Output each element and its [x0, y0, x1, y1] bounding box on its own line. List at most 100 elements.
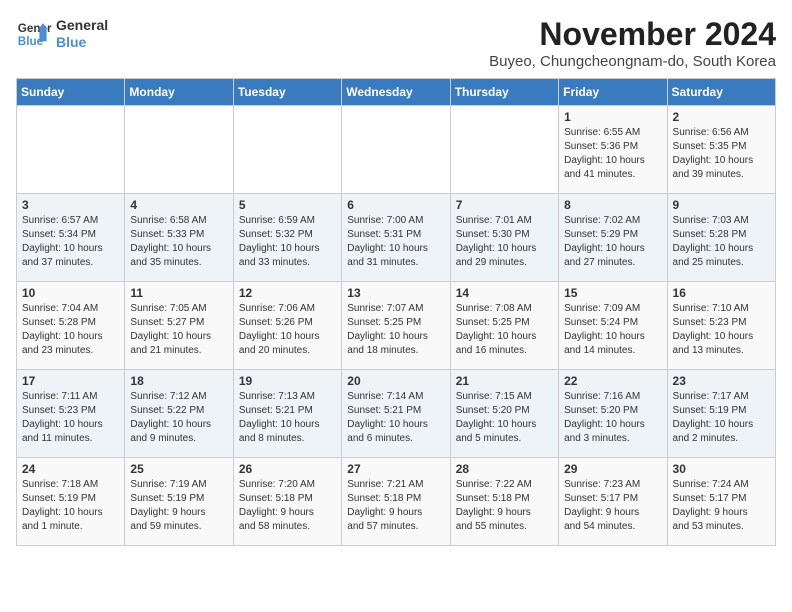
day-number: 18 — [130, 374, 227, 388]
day-cell: 27 Sunrise: 7:21 AM Sunset: 5:18 PM Dayli… — [342, 458, 450, 546]
logo-icon: General Blue — [16, 16, 52, 52]
day-number: 24 — [22, 462, 119, 476]
day-info: Sunrise: 7:06 AM Sunset: 5:26 PM Dayligh… — [239, 302, 336, 358]
day-cell: 12Sunrise: 7:06 AM Sunset: 5:26 PM Dayli… — [233, 282, 341, 370]
day-info: Sunrise: 7:20 AM Sunset: 5:18 PM Dayligh… — [239, 478, 336, 534]
day-info: Sunrise: 7:23 AM Sunset: 5:17 PM Dayligh… — [564, 478, 661, 534]
logo: General Blue General Blue — [16, 16, 108, 52]
day-cell: 6Sunrise: 7:00 AM Sunset: 5:31 PM Daylig… — [342, 194, 450, 282]
day-cell: 9 Sunrise: 7:03 AM Sunset: 5:28 PM Daylig… — [667, 194, 775, 282]
day-info: Sunrise: 7:15 AM Sunset: 5:20 PM Dayligh… — [456, 390, 553, 446]
day-cell: 22 Sunrise: 7:16 AM Sunset: 5:20 PM Dayli… — [559, 370, 667, 458]
day-info: Sunrise: 7:04 AM Sunset: 5:28 PM Dayligh… — [22, 302, 119, 358]
day-cell: 1 Sunrise: 6:55 AM Sunset: 5:36 PM Daylig… — [559, 106, 667, 194]
day-cell — [233, 106, 341, 194]
day-cell: 19 Sunrise: 7:13 AM Sunset: 5:21 PM Dayli… — [233, 370, 341, 458]
day-cell: 17 Sunrise: 7:11 AM Sunset: 5:23 PM Dayli… — [17, 370, 125, 458]
day-cell — [125, 106, 233, 194]
day-number: 22 — [564, 374, 661, 388]
day-info: Sunrise: 7:11 AM Sunset: 5:23 PM Dayligh… — [22, 390, 119, 446]
day-info: Sunrise: 6:58 AM Sunset: 5:33 PM Dayligh… — [130, 214, 227, 270]
day-info: Sunrise: 7:24 AM Sunset: 5:17 PM Dayligh… — [673, 478, 770, 534]
day-cell: 10 Sunrise: 7:04 AM Sunset: 5:28 PM Dayli… — [17, 282, 125, 370]
day-info: Sunrise: 7:18 AM Sunset: 5:19 PM Dayligh… — [22, 478, 119, 534]
day-cell: 11Sunrise: 7:05 AM Sunset: 5:27 PM Dayli… — [125, 282, 233, 370]
day-number: 4 — [130, 198, 227, 212]
day-number: 27 — [347, 462, 444, 476]
week-row-1: 1 Sunrise: 6:55 AM Sunset: 5:36 PM Daylig… — [17, 106, 776, 194]
day-cell — [450, 106, 558, 194]
day-info: Sunrise: 7:05 AM Sunset: 5:27 PM Dayligh… — [130, 302, 227, 358]
day-info: Sunrise: 6:57 AM Sunset: 5:34 PM Dayligh… — [22, 214, 119, 270]
day-number: 3 — [22, 198, 119, 212]
day-info: Sunrise: 7:19 AM Sunset: 5:19 PM Dayligh… — [130, 478, 227, 534]
page-header: General Blue General Blue November 2024 … — [16, 16, 776, 70]
title-block: November 2024 Buyeo, Chungcheongnam-do, … — [489, 16, 776, 70]
day-cell: 21 Sunrise: 7:15 AM Sunset: 5:20 PM Dayli… — [450, 370, 558, 458]
day-info: Sunrise: 7:09 AM Sunset: 5:24 PM Dayligh… — [564, 302, 661, 358]
day-info: Sunrise: 7:03 AM Sunset: 5:28 PM Dayligh… — [673, 214, 770, 270]
day-number: 14 — [456, 286, 553, 300]
day-info: Sunrise: 6:59 AM Sunset: 5:32 PM Dayligh… — [239, 214, 336, 270]
day-info: Sunrise: 6:55 AM Sunset: 5:36 PM Dayligh… — [564, 126, 661, 182]
day-info: Sunrise: 7:10 AM Sunset: 5:23 PM Dayligh… — [673, 302, 770, 358]
day-info: Sunrise: 7:22 AM Sunset: 5:18 PM Dayligh… — [456, 478, 553, 534]
day-cell: 20Sunrise: 7:14 AM Sunset: 5:21 PM Dayli… — [342, 370, 450, 458]
day-info: Sunrise: 7:12 AM Sunset: 5:22 PM Dayligh… — [130, 390, 227, 446]
day-info: Sunrise: 7:16 AM Sunset: 5:20 PM Dayligh… — [564, 390, 661, 446]
day-number: 23 — [673, 374, 770, 388]
weekday-header-friday: Friday — [559, 79, 667, 106]
day-cell: 30Sunrise: 7:24 AM Sunset: 5:17 PM Dayli… — [667, 458, 775, 546]
calendar-table: SundayMondayTuesdayWednesdayThursdayFrid… — [16, 78, 776, 546]
day-number: 25 — [130, 462, 227, 476]
day-number: 2 — [673, 110, 770, 124]
weekday-header-sunday: Sunday — [17, 79, 125, 106]
weekday-header-monday: Monday — [125, 79, 233, 106]
day-cell: 28 Sunrise: 7:22 AM Sunset: 5:18 PM Dayli… — [450, 458, 558, 546]
calendar-body: 1 Sunrise: 6:55 AM Sunset: 5:36 PM Daylig… — [17, 106, 776, 546]
day-cell: 26 Sunrise: 7:20 AM Sunset: 5:18 PM Dayli… — [233, 458, 341, 546]
day-number: 28 — [456, 462, 553, 476]
day-cell: 29 Sunrise: 7:23 AM Sunset: 5:17 PM Dayli… — [559, 458, 667, 546]
weekday-header-wednesday: Wednesday — [342, 79, 450, 106]
day-number: 13 — [347, 286, 444, 300]
week-row-3: 10 Sunrise: 7:04 AM Sunset: 5:28 PM Dayli… — [17, 282, 776, 370]
day-cell: 4 Sunrise: 6:58 AM Sunset: 5:33 PM Daylig… — [125, 194, 233, 282]
day-info: Sunrise: 7:14 AM Sunset: 5:21 PM Dayligh… — [347, 390, 444, 446]
weekday-header-thursday: Thursday — [450, 79, 558, 106]
day-number: 7 — [456, 198, 553, 212]
day-number: 19 — [239, 374, 336, 388]
day-cell: 3 Sunrise: 6:57 AM Sunset: 5:34 PM Daylig… — [17, 194, 125, 282]
day-number: 10 — [22, 286, 119, 300]
location-title: Buyeo, Chungcheongnam-do, South Korea — [489, 53, 776, 70]
day-cell: 15Sunrise: 7:09 AM Sunset: 5:24 PM Dayli… — [559, 282, 667, 370]
day-cell: 2 Sunrise: 6:56 AM Sunset: 5:35 PM Daylig… — [667, 106, 775, 194]
day-number: 29 — [564, 462, 661, 476]
day-cell: 13Sunrise: 7:07 AM Sunset: 5:25 PM Dayli… — [342, 282, 450, 370]
weekday-header-row: SundayMondayTuesdayWednesdayThursdayFrid… — [17, 79, 776, 106]
day-cell: 16Sunrise: 7:10 AM Sunset: 5:23 PM Dayli… — [667, 282, 775, 370]
day-number: 26 — [239, 462, 336, 476]
day-number: 8 — [564, 198, 661, 212]
week-row-4: 17 Sunrise: 7:11 AM Sunset: 5:23 PM Dayli… — [17, 370, 776, 458]
day-cell: 25 Sunrise: 7:19 AM Sunset: 5:19 PM Dayli… — [125, 458, 233, 546]
week-row-2: 3 Sunrise: 6:57 AM Sunset: 5:34 PM Daylig… — [17, 194, 776, 282]
weekday-header-tuesday: Tuesday — [233, 79, 341, 106]
day-number: 17 — [22, 374, 119, 388]
day-info: Sunrise: 7:01 AM Sunset: 5:30 PM Dayligh… — [456, 214, 553, 270]
day-number: 21 — [456, 374, 553, 388]
day-cell: 23 Sunrise: 7:17 AM Sunset: 5:19 PM Dayli… — [667, 370, 775, 458]
weekday-header-saturday: Saturday — [667, 79, 775, 106]
day-number: 9 — [673, 198, 770, 212]
day-number: 1 — [564, 110, 661, 124]
day-cell: 5Sunrise: 6:59 AM Sunset: 5:32 PM Daylig… — [233, 194, 341, 282]
day-number: 6 — [347, 198, 444, 212]
day-info: Sunrise: 6:56 AM Sunset: 5:35 PM Dayligh… — [673, 126, 770, 182]
day-info: Sunrise: 7:08 AM Sunset: 5:25 PM Dayligh… — [456, 302, 553, 358]
day-cell — [17, 106, 125, 194]
day-info: Sunrise: 7:13 AM Sunset: 5:21 PM Dayligh… — [239, 390, 336, 446]
day-info: Sunrise: 7:21 AM Sunset: 5:18 PM Dayligh… — [347, 478, 444, 534]
day-info: Sunrise: 7:17 AM Sunset: 5:19 PM Dayligh… — [673, 390, 770, 446]
week-row-5: 24 Sunrise: 7:18 AM Sunset: 5:19 PM Dayli… — [17, 458, 776, 546]
month-title: November 2024 — [489, 16, 776, 53]
